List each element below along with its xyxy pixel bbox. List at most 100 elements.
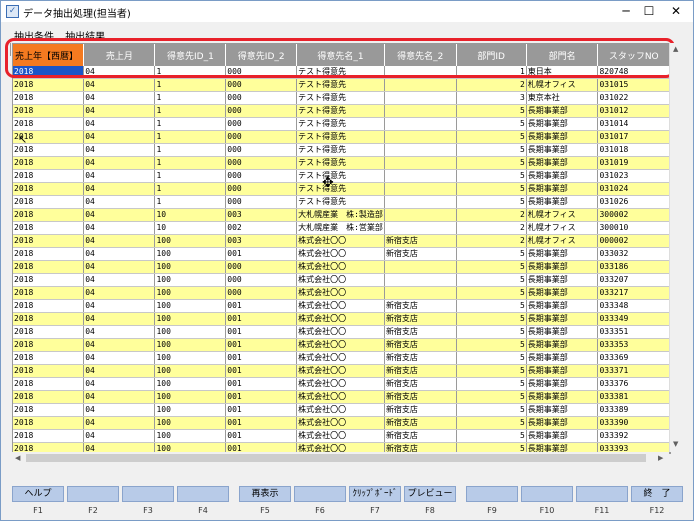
table-cell[interactable]: 100 — [154, 325, 227, 339]
table-cell[interactable]: 031022 — [597, 91, 670, 105]
col-header-customer-name-2[interactable]: 得意先名_2 — [384, 44, 457, 66]
table-row[interactable]: 2018 04 100 001 株式会社〇〇 新宿支店 5 長期事業部 033376 — [13, 377, 670, 391]
table-cell[interactable] — [384, 117, 457, 131]
col-header-dept-id[interactable]: 部門ID — [456, 44, 527, 66]
table-cell[interactable]: 000 — [225, 104, 298, 118]
table-cell[interactable]: 100 — [154, 416, 227, 430]
table-cell[interactable]: 04 — [83, 130, 156, 144]
table-row[interactable]: 2018 04 100 001 株式会社〇〇 新宿支店 5 長期事業部 033369 — [13, 351, 670, 365]
scroll-right-icon[interactable]: ▶ — [658, 454, 663, 462]
table-cell[interactable]: 2018 — [13, 221, 85, 235]
tab-extract-conditions[interactable]: 抽出条件 — [14, 28, 54, 43]
table-cell[interactable]: 2018 — [13, 299, 85, 313]
table-cell[interactable]: 大札幌産業 株:営業部 — [296, 221, 385, 235]
table-cell[interactable]: 033392 — [597, 429, 670, 443]
table-cell[interactable]: 000 — [225, 91, 298, 105]
table-cell[interactable]: 100 — [154, 312, 227, 326]
table-cell[interactable]: 100 — [154, 234, 227, 248]
table-cell[interactable]: 001 — [225, 299, 298, 313]
table-cell[interactable]: 2 — [456, 221, 527, 235]
table-row[interactable]: 2018 04 100 001 株式会社〇〇 新宿支店 5 長期事業部 033371 — [13, 364, 670, 378]
horizontal-scroll-thumb[interactable] — [26, 454, 646, 462]
table-cell[interactable]: 5 — [456, 299, 527, 313]
table-cell[interactable]: 2018 — [13, 208, 85, 222]
table-cell[interactable]: 04 — [83, 182, 156, 196]
table-cell[interactable]: 2018 — [13, 78, 85, 92]
table-cell[interactable] — [384, 286, 457, 300]
table-cell[interactable]: 000 — [225, 273, 298, 287]
table-cell[interactable]: 5 — [456, 169, 527, 183]
table-cell[interactable]: 04 — [83, 273, 156, 287]
table-cell[interactable]: 東日本 — [526, 66, 599, 79]
horizontal-scrollbar[interactable]: ◀ ▶ — [12, 452, 669, 464]
table-cell[interactable]: 長期事業部 — [526, 351, 599, 365]
table-cell[interactable]: 000 — [225, 143, 298, 157]
fkey-f6[interactable] — [294, 486, 346, 502]
table-cell[interactable]: 札幌オフィス — [526, 78, 599, 92]
col-header-sales-month[interactable]: 売上月 — [83, 44, 156, 66]
table-cell[interactable]: 長期事業部 — [526, 325, 599, 339]
table-cell[interactable]: 04 — [83, 143, 156, 157]
table-cell[interactable]: 04 — [83, 208, 156, 222]
table-cell[interactable]: 100 — [154, 247, 227, 261]
table-cell[interactable]: 2018 — [13, 169, 85, 183]
table-cell[interactable]: 新宿支店 — [384, 247, 457, 261]
table-cell[interactable]: 2018 — [13, 273, 85, 287]
table-cell[interactable]: 2018 — [13, 66, 85, 79]
table-cell[interactable] — [384, 66, 457, 79]
table-cell[interactable]: 001 — [225, 338, 298, 352]
table-cell[interactable]: 2018 — [13, 325, 85, 339]
table-cell[interactable]: 820748 — [597, 66, 670, 79]
table-cell[interactable]: 100 — [154, 286, 227, 300]
table-cell[interactable]: 札幌オフィス — [526, 221, 599, 235]
table-cell[interactable]: 株式会社〇〇 — [296, 416, 385, 430]
table-cell[interactable]: 新宿支店 — [384, 416, 457, 430]
table-cell[interactable]: 1 — [154, 66, 227, 79]
table-cell[interactable]: 長期事業部 — [526, 260, 599, 274]
close-button[interactable]: ✕ — [661, 1, 691, 22]
table-cell[interactable]: 033381 — [597, 390, 670, 404]
table-cell[interactable] — [384, 195, 457, 209]
table-cell[interactable] — [384, 273, 457, 287]
table-cell[interactable]: 031026 — [597, 195, 670, 209]
table-cell[interactable]: 5 — [456, 325, 527, 339]
table-cell[interactable]: 株式会社〇〇 — [296, 234, 385, 248]
table-cell[interactable]: 5 — [456, 312, 527, 326]
table-cell[interactable]: テスト得意先 — [296, 169, 385, 183]
table-row[interactable]: 2018 04 100 001 株式会社〇〇 新宿支店 5 長期事業部 033032 — [13, 247, 670, 261]
table-cell[interactable] — [384, 169, 457, 183]
table-cell[interactable]: 札幌オフィス — [526, 208, 599, 222]
table-row[interactable]: 2018 04 1 000 テスト得意先 5 長期事業部 031023 — [13, 169, 670, 183]
vertical-scrollbar[interactable]: ▲ ▼ — [669, 43, 683, 452]
table-cell[interactable]: 新宿支店 — [384, 325, 457, 339]
table-cell[interactable]: テスト得意先 — [296, 182, 385, 196]
table-row[interactable]: 2018 04 100 000 株式会社〇〇 5 長期事業部 033217 — [13, 286, 670, 300]
col-header-staff-no[interactable]: スタッフNO — [597, 44, 670, 66]
table-cell[interactable]: 長期事業部 — [526, 182, 599, 196]
table-cell[interactable]: 033390 — [597, 416, 670, 430]
table-cell[interactable] — [384, 104, 457, 118]
table-cell[interactable]: 5 — [456, 429, 527, 443]
table-cell[interactable]: 新宿支店 — [384, 403, 457, 417]
table-cell[interactable]: 5 — [456, 377, 527, 391]
table-cell[interactable]: 2 — [456, 78, 527, 92]
table-cell[interactable]: 04 — [83, 91, 156, 105]
fkey-f4[interactable] — [177, 486, 229, 502]
table-cell[interactable]: 新宿支店 — [384, 299, 457, 313]
table-cell[interactable]: 100 — [154, 338, 227, 352]
table-row[interactable]: 2018 04 1 000 テスト得意先 5 長期事業部 031017 — [13, 130, 670, 144]
results-grid[interactable]: 売上年【西暦】 売上月 得意先ID_1 得意先ID_2 得意先名_1 得意先名_… — [12, 43, 671, 454]
table-cell[interactable]: 5 — [456, 195, 527, 209]
table-cell[interactable]: 04 — [83, 156, 156, 170]
table-cell[interactable]: 04 — [83, 260, 156, 274]
table-cell[interactable]: 04 — [83, 299, 156, 313]
table-cell[interactable]: テスト得意先 — [296, 130, 385, 144]
table-cell[interactable]: 031017 — [597, 130, 670, 144]
table-cell[interactable]: 04 — [83, 338, 156, 352]
table-cell[interactable]: 300002 — [597, 208, 670, 222]
table-cell[interactable]: 1 — [154, 104, 227, 118]
table-cell[interactable]: 033376 — [597, 377, 670, 391]
table-cell[interactable]: 札幌オフィス — [526, 234, 599, 248]
table-cell[interactable]: 新宿支店 — [384, 429, 457, 443]
fkey-f9[interactable] — [466, 486, 518, 502]
